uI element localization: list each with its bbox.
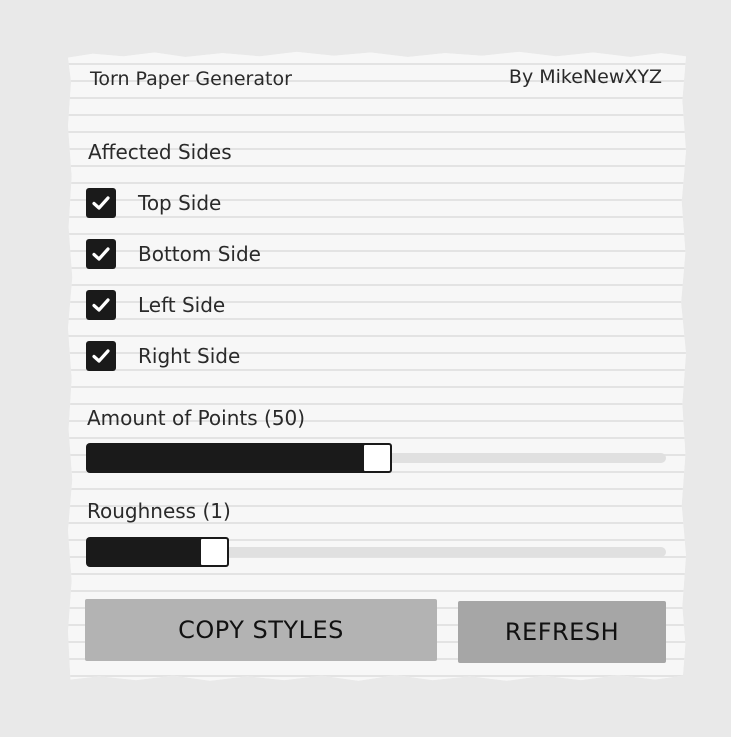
roughness-label: Roughness (1) xyxy=(87,499,231,523)
check-icon xyxy=(92,196,110,210)
refresh-button[interactable]: REFRESH xyxy=(458,601,666,663)
torn-paper-panel: Torn Paper Generator By MikeNewXYZ Affec… xyxy=(68,51,686,681)
left-side-label: Left Side xyxy=(138,293,226,317)
points-label: Amount of Points (50) xyxy=(87,406,306,430)
right-side-checkbox[interactable]: Right Side xyxy=(86,340,240,372)
left-side-checkbox[interactable]: Left Side xyxy=(86,289,225,321)
checkbox-box[interactable] xyxy=(86,188,116,218)
right-side-label: Right Side xyxy=(138,344,241,368)
slider-thumb[interactable] xyxy=(199,537,229,567)
bottom-side-label: Bottom Side xyxy=(138,242,261,266)
check-icon xyxy=(92,298,110,312)
bottom-side-checkbox[interactable]: Bottom Side xyxy=(86,238,261,270)
copy-styles-button[interactable]: COPY STYLES xyxy=(85,599,437,661)
top-side-label: Top Side xyxy=(138,191,222,215)
slider-thumb[interactable] xyxy=(362,443,392,473)
affected-sides-label: Affected Sides xyxy=(88,140,232,164)
checkbox-box[interactable] xyxy=(86,239,116,269)
points-slider[interactable] xyxy=(86,443,666,473)
checkbox-box[interactable] xyxy=(86,341,116,371)
author-credit: By MikeNewXYZ xyxy=(508,66,662,88)
check-icon xyxy=(92,349,110,363)
app-title: Torn Paper Generator xyxy=(90,68,292,90)
roughness-slider[interactable] xyxy=(86,537,666,567)
top-side-checkbox[interactable]: Top Side xyxy=(86,187,221,219)
slider-fill xyxy=(86,443,388,473)
checkbox-box[interactable] xyxy=(86,290,116,320)
check-icon xyxy=(92,247,110,261)
